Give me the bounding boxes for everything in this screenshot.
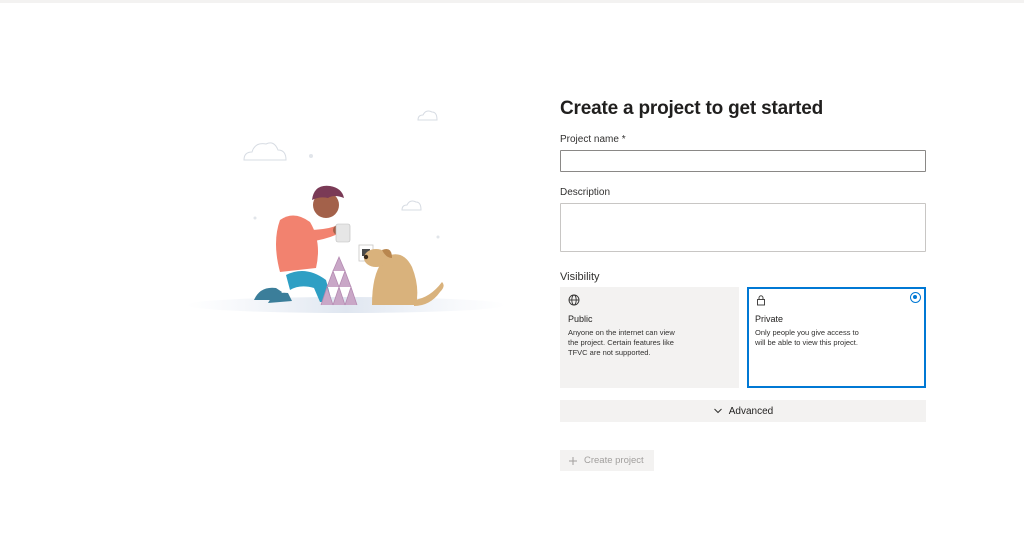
- create-project-label: Create project: [584, 455, 644, 466]
- selected-radio[interactable]: [910, 292, 921, 303]
- visibility-option-title: Public: [568, 314, 593, 324]
- cloud-icon: [401, 200, 422, 211]
- visibility-option-public[interactable]: Public Anyone on the internet can view t…: [560, 287, 739, 388]
- plus-icon: [569, 456, 577, 465]
- visibility-label: Visibility: [560, 271, 600, 283]
- visibility-option-private[interactable]: Private Only people you give access to w…: [747, 287, 926, 388]
- advanced-toggle[interactable]: Advanced: [560, 400, 926, 422]
- visibility-option-description: Anyone on the internet can view the proj…: [568, 328, 675, 357]
- project-name-label: Project name *: [560, 134, 626, 145]
- project-name-input[interactable]: [560, 150, 926, 172]
- cloud-icon: [417, 110, 438, 121]
- create-project-form: Create a project to get started Project …: [560, 98, 926, 471]
- globe-icon: [568, 294, 580, 306]
- visibility-options: Public Anyone on the internet can view t…: [560, 287, 926, 388]
- cloud-icon: [243, 142, 287, 161]
- illustration: [186, 110, 506, 313]
- chevron-down-icon: [713, 408, 722, 414]
- description-label: Description: [560, 187, 611, 198]
- visibility-option-description: Only people you give access to will be a…: [755, 328, 859, 347]
- description-input[interactable]: [560, 203, 926, 252]
- top-border: [0, 0, 1024, 3]
- create-project-button[interactable]: Create project: [560, 450, 654, 471]
- page-title: Create a project to get started: [560, 98, 824, 119]
- dog: [363, 249, 444, 306]
- card-house: [320, 255, 358, 306]
- lock-icon: [757, 295, 765, 306]
- advanced-label: Advanced: [728, 405, 774, 417]
- visibility-option-title: Private: [755, 314, 784, 324]
